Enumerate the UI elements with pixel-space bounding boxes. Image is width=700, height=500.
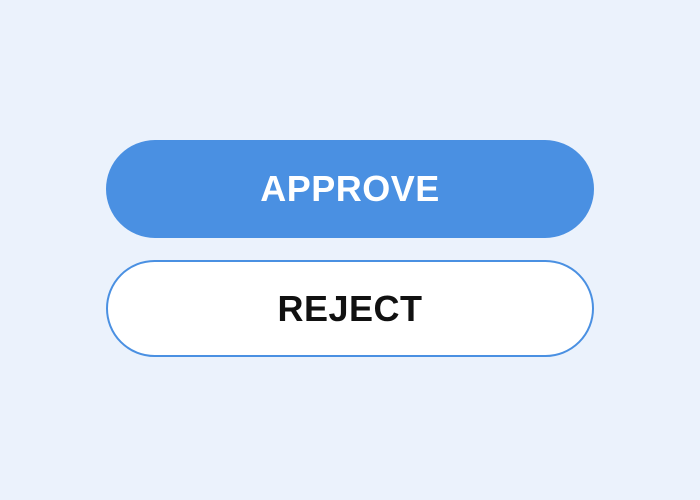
reject-button-label: REJECT (277, 287, 423, 329)
reject-button[interactable]: REJECT (106, 260, 594, 357)
approve-button[interactable]: APPROVE (106, 140, 594, 238)
approve-button-label: APPROVE (260, 168, 440, 209)
